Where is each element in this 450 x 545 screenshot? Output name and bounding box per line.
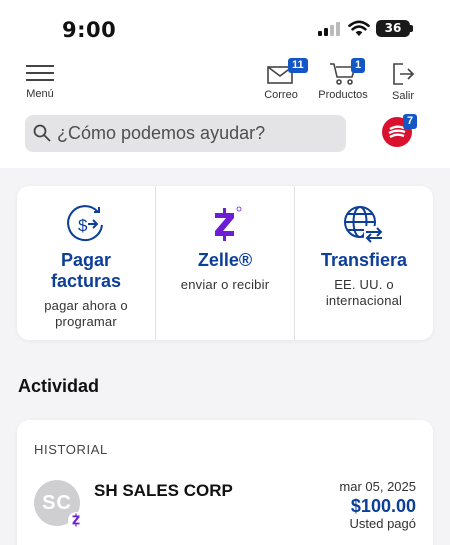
svg-text:$: $: [78, 216, 88, 235]
mail-badge: 11: [288, 58, 308, 73]
search-bar[interactable]: [25, 115, 346, 152]
transfer-title: Transfiera: [320, 250, 408, 270]
mail-label: Correo: [264, 89, 298, 101]
transaction-name: SH SALES CORP: [94, 481, 233, 500]
search-icon: [33, 124, 51, 142]
zelle-subtitle: enviar o recibir: [180, 277, 270, 292]
pay-bills-subtitle: pagar ahora o programar: [44, 298, 128, 329]
quick-actions-card: $ Pagar facturas pagar ahora o programar Z…: [17, 186, 433, 340]
zelle-button[interactable]: Zelle® enviar o recibir: [155, 186, 294, 340]
battery-icon: 36: [376, 20, 410, 37]
search-input[interactable]: [57, 115, 342, 152]
hamburger-icon: [26, 65, 54, 81]
transaction-row[interactable]: SC SH SALES CORP mar 05, 2025 $100.00 Us…: [17, 474, 433, 544]
activity-heading: Actividad: [18, 376, 100, 396]
zelle-badge-icon: [68, 512, 84, 528]
wifi-icon: [348, 20, 370, 42]
pay-bills-icon: $: [67, 205, 103, 242]
signal-icon: [318, 22, 342, 41]
history-label: HISTORIAL: [34, 442, 108, 457]
transaction-note: Usted pagó: [349, 516, 417, 531]
products-button[interactable]: 1 Productos: [314, 58, 372, 101]
pay-bills-title: Pagar facturas: [50, 250, 122, 291]
global-transfer-icon: [344, 206, 384, 243]
top-nav: Menú 11 Correo 1 Productos Salir: [0, 58, 450, 108]
assistant-badge: 7: [403, 114, 418, 129]
search-row: 7: [0, 108, 450, 168]
transfer-subtitle: EE. UU. o internacional: [325, 277, 403, 308]
transaction-amount: $100.00: [350, 496, 416, 516]
zelle-title: Zelle®: [197, 250, 253, 270]
menu-label: Menú: [26, 88, 54, 100]
sign-out-icon: [393, 63, 415, 85]
mail-button[interactable]: 11 Correo: [258, 58, 308, 101]
status-time: 9:00: [62, 18, 117, 42]
transfer-button[interactable]: Transfiera EE. UU. o internacional: [294, 186, 433, 340]
status-bar: 9:00 36: [0, 0, 450, 58]
zelle-icon: [215, 206, 242, 241]
menu-button[interactable]: Menú: [22, 62, 58, 100]
transaction-date: mar 05, 2025: [339, 479, 416, 494]
exit-button[interactable]: Salir: [386, 60, 420, 102]
exit-label: Salir: [391, 90, 414, 102]
history-card: HISTORIAL SC SH SALES CORP mar 05, 2025 …: [17, 420, 433, 545]
pay-bills-button[interactable]: $ Pagar facturas pagar ahora o programar: [17, 186, 155, 340]
battery-nub: [410, 25, 413, 32]
products-badge: 1: [351, 58, 366, 73]
products-label: Productos: [318, 89, 368, 101]
